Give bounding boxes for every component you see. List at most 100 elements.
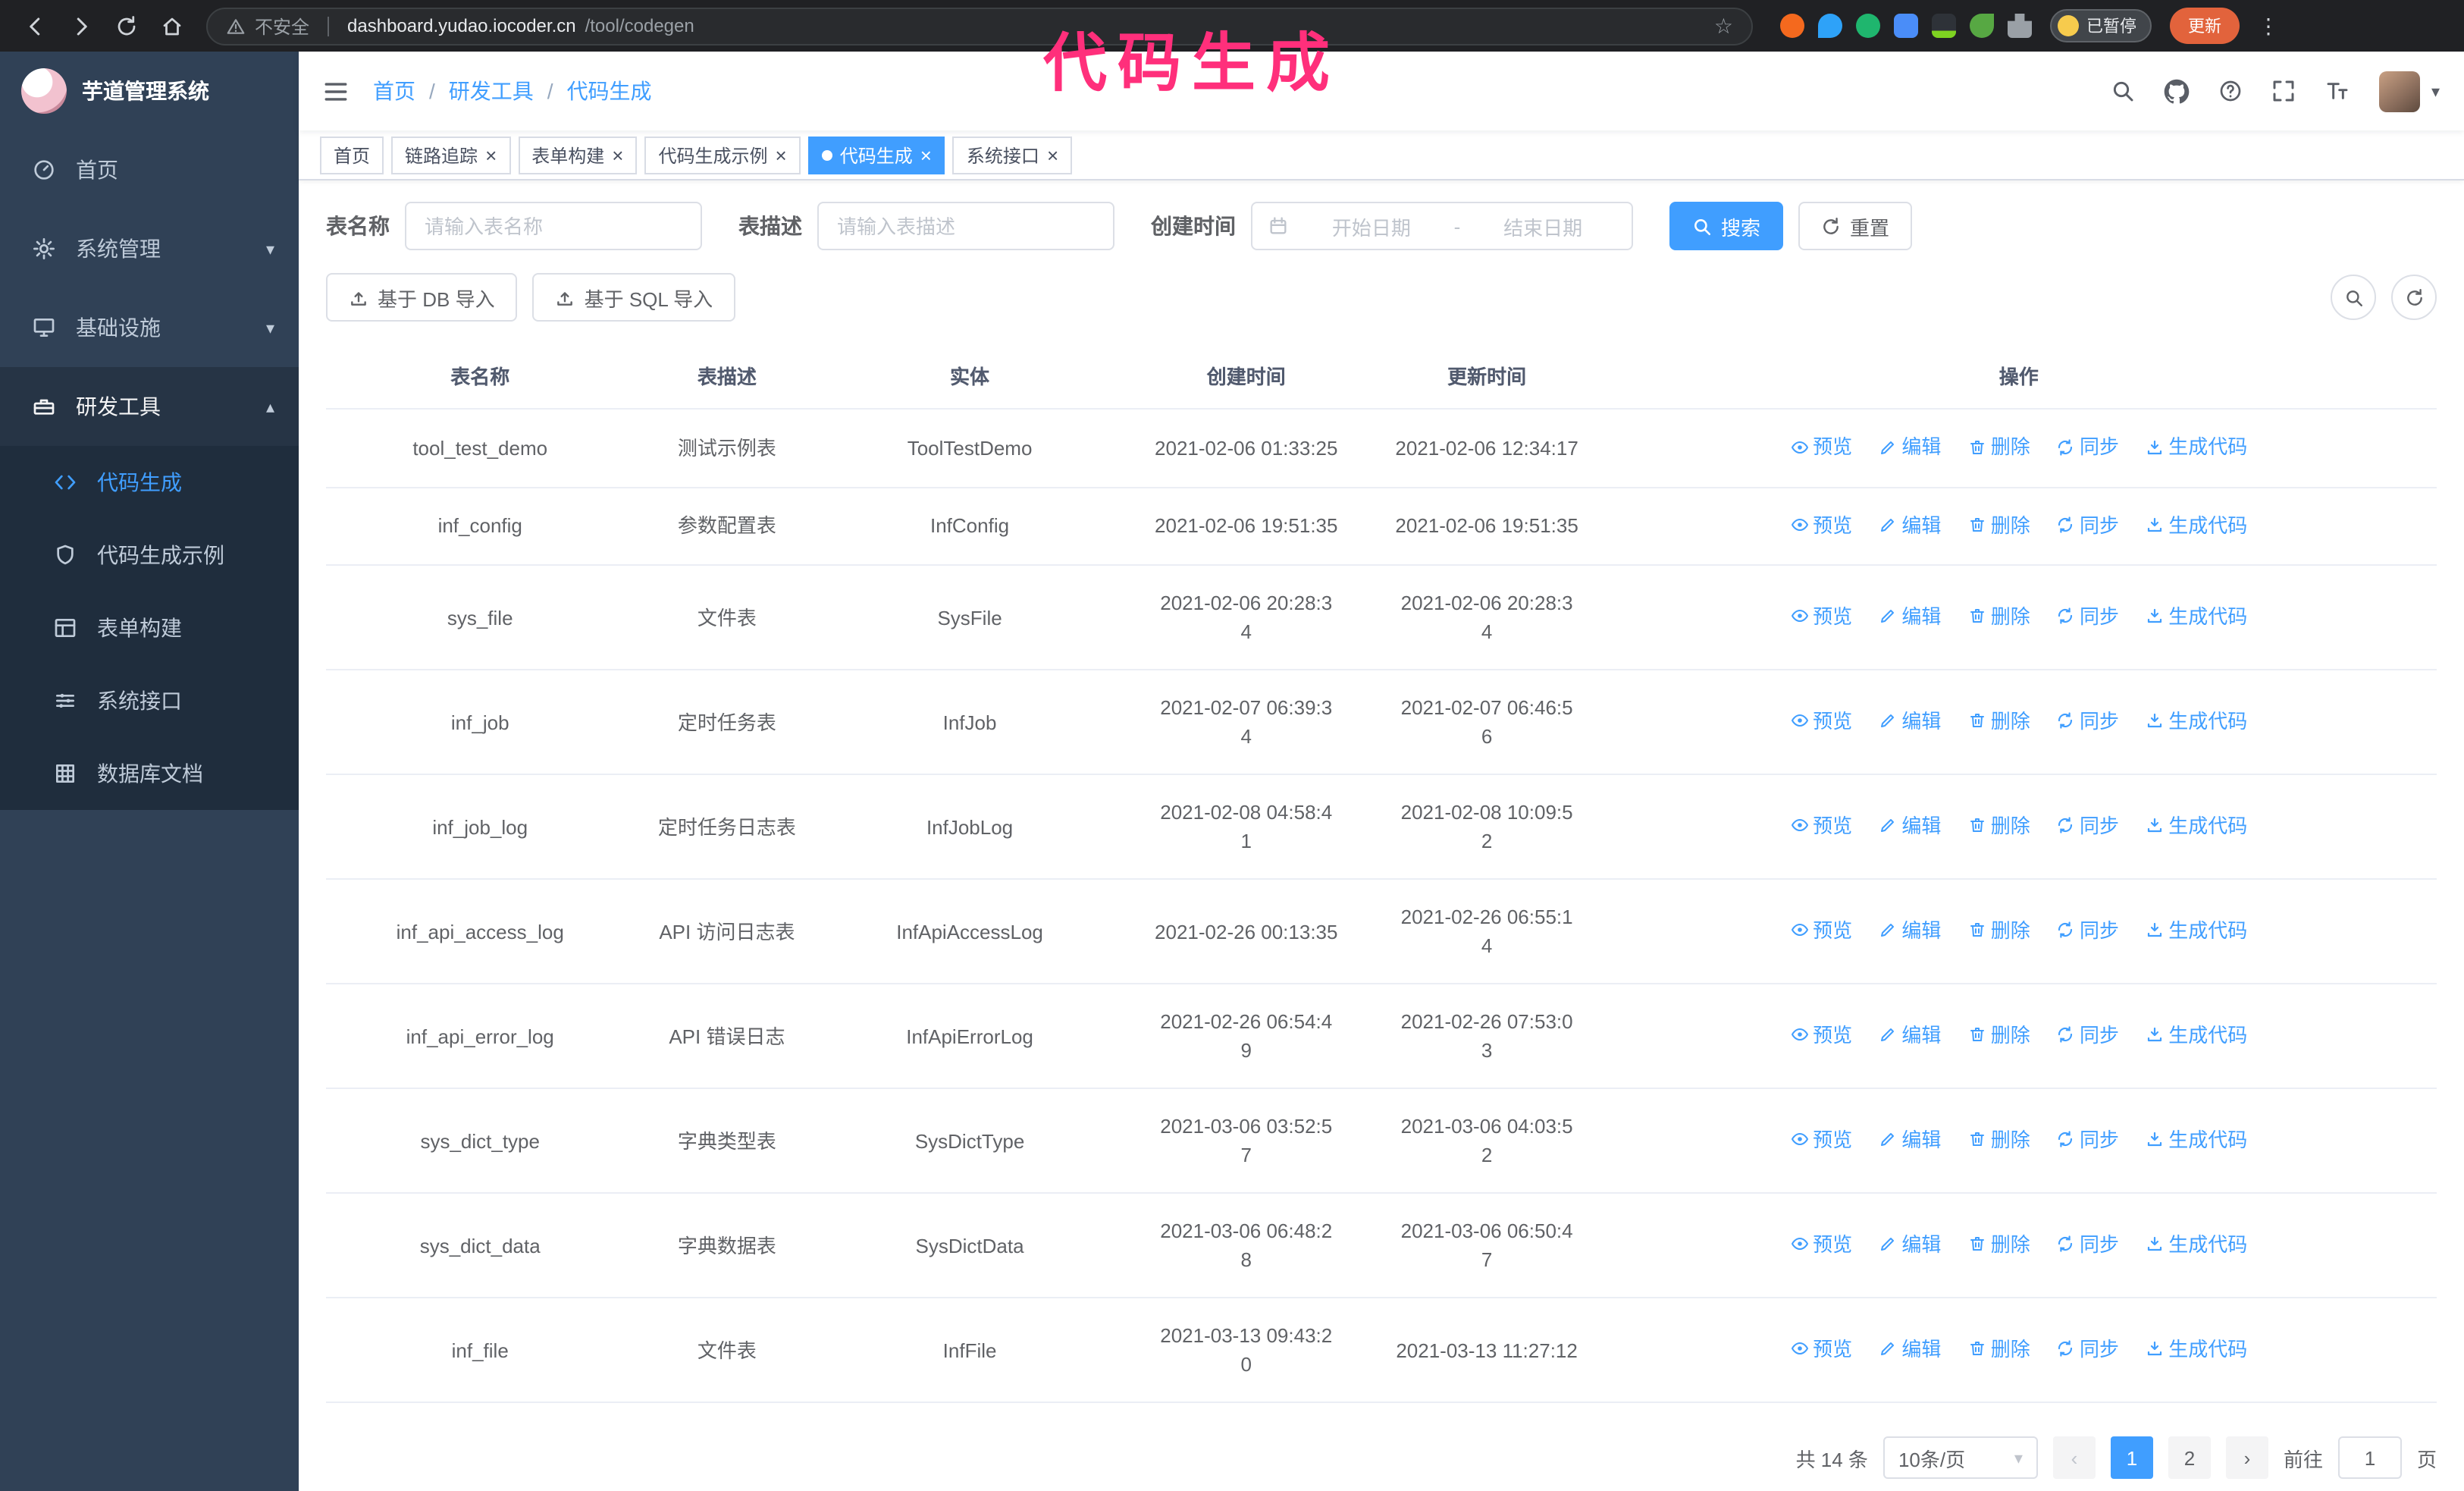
sync-link[interactable]: 同步 — [2057, 916, 2119, 945]
tab-tracing[interactable]: 链路追踪 × — [391, 136, 511, 174]
fullscreen-icon[interactable] — [2272, 79, 2296, 103]
table-name-input[interactable] — [405, 202, 702, 250]
sidebar-item-system-api[interactable]: 系统接口 — [0, 664, 299, 737]
preview-link[interactable]: 预览 — [1790, 916, 1852, 945]
generate-code-link[interactable]: 生成代码 — [2146, 1125, 2247, 1154]
sidebar-item-form-builder[interactable]: 表单构建 — [0, 592, 299, 664]
edit-link[interactable]: 编辑 — [1879, 432, 1941, 461]
generate-code-link[interactable]: 生成代码 — [2146, 1335, 2247, 1364]
app-logo[interactable]: 芋道管理系统 — [0, 52, 299, 130]
generate-code-link[interactable]: 生成代码 — [2146, 916, 2247, 945]
import-sql-button[interactable]: 基于 SQL 导入 — [532, 273, 736, 322]
github-icon[interactable] — [2165, 78, 2190, 104]
edit-link[interactable]: 编辑 — [1879, 811, 1941, 840]
address-bar[interactable]: 不安全 dashboard.yudao.iocoder.cn/tool/code… — [206, 7, 1753, 45]
profile-paused-badge[interactable]: 已暂停 — [2050, 9, 2152, 42]
preview-link[interactable]: 预览 — [1790, 1335, 1852, 1364]
sync-link[interactable]: 同步 — [2057, 811, 2119, 840]
sidebar-item-codegen[interactable]: 代码生成 — [0, 446, 299, 519]
close-icon[interactable]: × — [920, 145, 932, 165]
chevron-down-icon[interactable]: ▾ — [2431, 81, 2440, 101]
generate-code-link[interactable]: 生成代码 — [2146, 1021, 2247, 1050]
next-page-button[interactable]: › — [2225, 1436, 2268, 1479]
import-db-button[interactable]: 基于 DB 导入 — [326, 273, 518, 322]
delete-link[interactable]: 删除 — [1968, 432, 2030, 461]
sidebar-item-home[interactable]: 首页 — [0, 130, 299, 209]
user-avatar[interactable] — [2379, 71, 2421, 111]
close-icon[interactable]: × — [485, 145, 497, 165]
extension-icon[interactable] — [1818, 14, 1842, 38]
delete-link[interactable]: 删除 — [1968, 811, 2030, 840]
sidebar-item-devtools[interactable]: 研发工具 ▴ — [0, 367, 299, 446]
sync-link[interactable]: 同步 — [2057, 510, 2119, 539]
tab-system-api[interactable]: 系统接口 × — [952, 136, 1073, 174]
delete-link[interactable]: 删除 — [1968, 1125, 2030, 1154]
search-button[interactable]: 搜索 — [1669, 202, 1784, 250]
page-size-select[interactable]: 10条/页 ▾ — [1882, 1436, 2038, 1479]
tab-home[interactable]: 首页 — [320, 136, 384, 174]
edit-link[interactable]: 编辑 — [1879, 1021, 1941, 1050]
preview-link[interactable]: 预览 — [1790, 1230, 1852, 1259]
breadcrumb-home[interactable]: 首页 — [373, 76, 415, 106]
preview-link[interactable]: 预览 — [1790, 602, 1852, 631]
edit-link[interactable]: 编辑 — [1879, 916, 1941, 945]
browser-back-icon[interactable] — [15, 6, 55, 46]
sync-link[interactable]: 同步 — [2057, 707, 2119, 736]
edit-link[interactable]: 编辑 — [1879, 602, 1941, 631]
browser-reload-icon[interactable] — [106, 6, 146, 46]
delete-link[interactable]: 删除 — [1968, 707, 2030, 736]
tab-codegen[interactable]: 代码生成 × — [807, 136, 945, 174]
close-icon[interactable]: × — [1047, 145, 1058, 165]
browser-forward-icon[interactable] — [61, 6, 100, 46]
generate-code-link[interactable]: 生成代码 — [2146, 811, 2247, 840]
preview-link[interactable]: 预览 — [1790, 432, 1852, 461]
browser-update-button[interactable]: 更新 — [2170, 8, 2240, 44]
help-icon[interactable] — [2219, 79, 2243, 103]
prev-page-button[interactable]: ‹ — [2052, 1436, 2096, 1479]
extension-icon[interactable] — [1894, 14, 1918, 38]
refresh-table-button[interactable] — [2391, 275, 2437, 320]
sync-link[interactable]: 同步 — [2057, 1021, 2119, 1050]
edit-link[interactable]: 编辑 — [1879, 707, 1941, 736]
preview-link[interactable]: 预览 — [1790, 1125, 1852, 1154]
close-icon[interactable]: × — [612, 145, 623, 165]
generate-code-link[interactable]: 生成代码 — [2146, 510, 2247, 539]
sidebar-item-codegen-example[interactable]: 代码生成示例 — [0, 519, 299, 592]
edit-link[interactable]: 编辑 — [1879, 1230, 1941, 1259]
close-icon[interactable]: × — [776, 145, 787, 165]
delete-link[interactable]: 删除 — [1968, 916, 2030, 945]
delete-link[interactable]: 删除 — [1968, 1021, 2030, 1050]
bookmark-star-icon[interactable]: ☆ — [1714, 13, 1733, 39]
tab-codegen-example[interactable]: 代码生成示例 × — [644, 136, 801, 174]
extension-icon[interactable] — [1856, 14, 1880, 38]
page-button-1[interactable]: 1 — [2110, 1436, 2153, 1479]
sync-link[interactable]: 同步 — [2057, 602, 2119, 631]
sidebar-item-system[interactable]: 系统管理 ▾ — [0, 209, 299, 288]
extension-icon[interactable] — [1970, 14, 1994, 38]
edit-link[interactable]: 编辑 — [1879, 510, 1941, 539]
browser-menu-kebab-icon[interactable]: ⋮ — [2258, 13, 2279, 39]
sidebar-item-db-doc[interactable]: 数据库文档 — [0, 737, 299, 810]
edit-link[interactable]: 编辑 — [1879, 1335, 1941, 1364]
preview-link[interactable]: 预览 — [1790, 1021, 1852, 1050]
browser-home-icon[interactable] — [152, 6, 191, 46]
sync-link[interactable]: 同步 — [2057, 1230, 2119, 1259]
delete-link[interactable]: 删除 — [1968, 602, 2030, 631]
reset-button[interactable]: 重置 — [1798, 202, 1913, 250]
generate-code-link[interactable]: 生成代码 — [2146, 707, 2247, 736]
delete-link[interactable]: 删除 — [1968, 510, 2030, 539]
page-button-2[interactable]: 2 — [2168, 1436, 2211, 1479]
extensions-puzzle-icon[interactable] — [2008, 14, 2032, 38]
sync-link[interactable]: 同步 — [2057, 1335, 2119, 1364]
preview-link[interactable]: 预览 — [1790, 510, 1852, 539]
table-desc-input[interactable] — [817, 202, 1114, 250]
tab-form-builder[interactable]: 表单构建 × — [518, 136, 638, 174]
extension-icon[interactable] — [1932, 14, 1956, 38]
sidebar-toggle-icon[interactable] — [323, 78, 349, 104]
goto-page-input[interactable] — [2337, 1436, 2402, 1479]
extension-icon[interactable] — [1780, 14, 1804, 38]
sync-link[interactable]: 同步 — [2057, 432, 2119, 461]
preview-link[interactable]: 预览 — [1790, 707, 1852, 736]
font-size-icon[interactable] — [2325, 79, 2351, 103]
preview-link[interactable]: 预览 — [1790, 811, 1852, 840]
